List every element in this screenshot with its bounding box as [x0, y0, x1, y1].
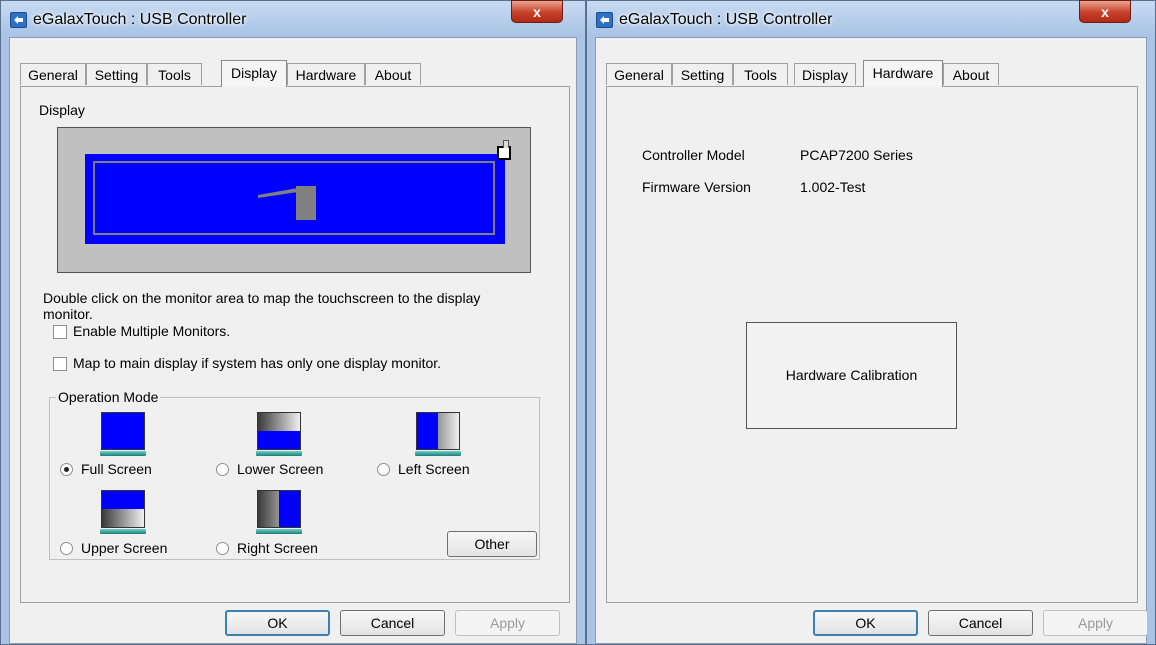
egalax-window-hardware: eGalaxTouch : USB Controller x General S… [586, 0, 1156, 645]
ok-button[interactable]: OK [225, 610, 330, 636]
lower-screen-label[interactable]: Lower Screen [237, 461, 323, 477]
dialog-client: General Setting Tools Display Hardware A… [595, 37, 1148, 644]
tab-general[interactable]: General [20, 63, 86, 85]
full-screen-label[interactable]: Full Screen [81, 461, 152, 477]
left-screen-monitor-icon [415, 412, 461, 456]
app-icon [10, 12, 27, 28]
left-screen-label[interactable]: Left Screen [398, 461, 470, 477]
upper-screen-monitor-icon [100, 490, 146, 534]
upper-screen-label[interactable]: Upper Screen [81, 540, 167, 556]
ok-button[interactable]: OK [813, 610, 918, 636]
instruction-text-line2: monitor. [43, 306, 93, 322]
app-icon [596, 12, 613, 28]
tab-about[interactable]: About [365, 63, 421, 85]
enable-multiple-monitors-checkbox[interactable] [53, 325, 67, 339]
lower-screen-radio[interactable] [216, 463, 229, 476]
tab-setting[interactable]: Setting [672, 63, 733, 85]
controller-model-value: PCAP7200 Series [800, 147, 913, 163]
right-screen-monitor-icon [256, 490, 302, 534]
tab-tools[interactable]: Tools [733, 63, 788, 85]
display-label: Display [39, 102, 85, 118]
window-title: eGalaxTouch : USB Controller [619, 11, 833, 28]
operation-mode-group: Operation Mode Full Screen Lower Screen … [49, 389, 540, 560]
firmware-version-label: Firmware Version [642, 179, 751, 195]
full-screen-monitor-icon [100, 412, 146, 456]
pointer-marker [258, 186, 316, 220]
tab-setting[interactable]: Setting [86, 63, 147, 85]
window-title: eGalaxTouch : USB Controller [33, 11, 247, 28]
close-button[interactable]: x [511, 0, 563, 23]
right-screen-label[interactable]: Right Screen [237, 540, 318, 556]
monitor-rectangle[interactable] [85, 140, 511, 244]
full-screen-radio[interactable] [60, 463, 73, 476]
cancel-button[interactable]: Cancel [340, 610, 445, 636]
dialog-client: General Setting Tools Display Hardware A… [9, 37, 577, 644]
close-button[interactable]: x [1079, 0, 1131, 23]
lower-screen-monitor-icon [256, 412, 302, 456]
apply-button[interactable]: Apply [455, 610, 560, 636]
firmware-version-value: 1.002-Test [800, 179, 866, 195]
title-bar[interactable]: eGalaxTouch : USB Controller x [1, 0, 585, 37]
close-icon: x [1101, 3, 1109, 20]
title-bar[interactable]: eGalaxTouch : USB Controller x [587, 0, 1155, 37]
map-main-display-label[interactable]: Map to main display if system has only o… [73, 355, 441, 371]
monitor-preview-area[interactable] [57, 127, 531, 273]
left-screen-radio[interactable] [377, 463, 390, 476]
tab-about[interactable]: About [943, 63, 999, 85]
tab-tools[interactable]: Tools [147, 63, 202, 85]
cancel-button[interactable]: Cancel [928, 610, 1033, 636]
apply-button[interactable]: Apply [1043, 610, 1148, 636]
map-main-display-checkbox[interactable] [53, 357, 67, 371]
other-button[interactable]: Other [447, 531, 537, 557]
tab-hardware[interactable]: Hardware [287, 63, 365, 85]
tab-general[interactable]: General [606, 63, 672, 85]
controller-model-label: Controller Model [642, 147, 745, 163]
operation-mode-label: Operation Mode [56, 389, 161, 405]
close-icon: x [533, 3, 541, 20]
upper-screen-radio[interactable] [60, 542, 73, 555]
hardware-calibration-button[interactable]: Hardware Calibration [746, 322, 957, 429]
tab-display[interactable]: Display [221, 60, 287, 87]
display-panel: Display Double click on the monitor area… [20, 86, 570, 603]
tab-hardware[interactable]: Hardware [863, 60, 943, 87]
tab-display[interactable]: Display [794, 63, 856, 85]
egalax-window-display: eGalaxTouch : USB Controller x General S… [0, 0, 586, 645]
enable-multiple-monitors-label[interactable]: Enable Multiple Monitors. [73, 323, 230, 339]
instruction-text-line1: Double click on the monitor area to map … [43, 290, 481, 306]
hardware-panel: Controller Model PCAP7200 Series Firmwar… [606, 86, 1138, 603]
monitor-selector-handle[interactable] [497, 140, 511, 160]
right-screen-radio[interactable] [216, 542, 229, 555]
